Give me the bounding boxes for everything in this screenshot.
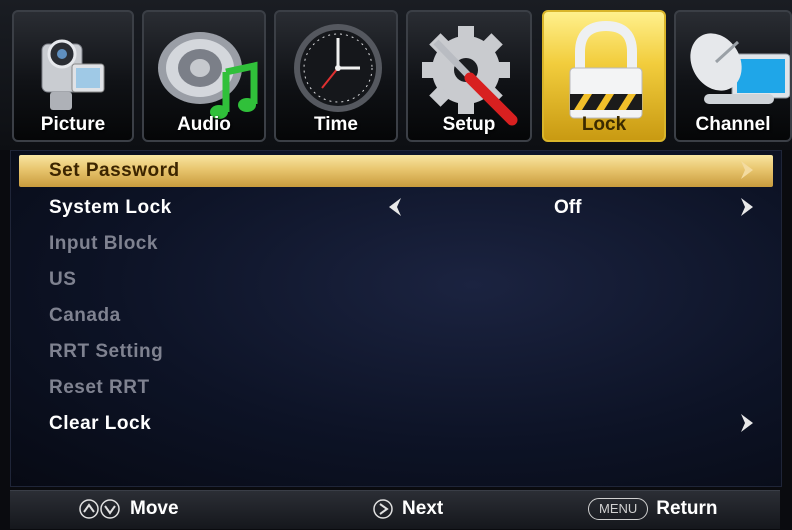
menu-item-label: RRT Setting xyxy=(49,341,164,362)
hint-next-label: Next xyxy=(402,498,444,519)
tab-audio-label: Audio xyxy=(177,114,231,135)
tab-picture-label: Picture xyxy=(40,114,106,135)
chevron-left-icon[interactable] xyxy=(389,198,401,216)
tab-setup-label: Setup xyxy=(442,114,496,135)
tab-time[interactable]: Time xyxy=(274,10,398,142)
tab-lock[interactable]: Lock xyxy=(542,10,666,142)
menu-item-label: Clear Lock xyxy=(49,413,152,434)
chevron-right-icon[interactable] xyxy=(741,198,753,216)
tab-channel-label: Channel xyxy=(695,114,771,135)
hint-return: MENU Return xyxy=(588,498,718,522)
menu-item-label: System Lock xyxy=(49,197,172,218)
menu-item-clear-lock[interactable]: Clear Lock xyxy=(19,408,773,440)
menu-item-reset-rrt: Reset RRT xyxy=(19,372,773,404)
lock-menu-panel: Set Password System Lock Off Input Block… xyxy=(10,150,782,487)
tab-picture[interactable]: Picture xyxy=(12,10,134,142)
hint-next: Next xyxy=(372,498,443,522)
system-lock-value: Off xyxy=(554,197,582,218)
menu-item-input-block: Input Block xyxy=(19,228,773,260)
menu-item-label: Input Block xyxy=(49,233,158,254)
hint-return-label: Return xyxy=(656,498,718,519)
menu-item-label: Set Password xyxy=(49,160,180,181)
menu-item-label: Canada xyxy=(49,305,121,326)
tv-osd-screen: Picture Audio Time Setup Lock Channel Se… xyxy=(0,0,792,530)
menu-tab-bar: Picture Audio Time Setup Lock Channel xyxy=(0,0,792,150)
menu-item-rrt-setting: RRT Setting xyxy=(19,336,773,368)
tab-lock-label: Lock xyxy=(581,114,627,135)
menu-item-us: US xyxy=(19,264,773,296)
hint-move-label: Move xyxy=(130,498,179,519)
tab-time-label: Time xyxy=(313,114,358,135)
menu-item-canada: Canada xyxy=(19,300,773,332)
hint-move: Move xyxy=(78,498,179,522)
menu-item-label: US xyxy=(49,269,77,290)
chevron-right-icon xyxy=(741,161,753,179)
right-button-icon xyxy=(373,499,393,519)
menu-item-label: Reset RRT xyxy=(49,377,150,398)
menu-item-system-lock[interactable]: System Lock Off xyxy=(19,192,773,224)
button-hint-bar: Move Next MENU Return xyxy=(10,490,780,529)
tab-setup[interactable]: Setup xyxy=(406,10,532,142)
up-down-buttons-icon xyxy=(79,499,120,519)
tab-channel[interactable]: Channel xyxy=(674,10,792,142)
tab-audio[interactable]: Audio xyxy=(142,10,266,142)
chevron-right-icon xyxy=(741,414,753,432)
menu-key-icon: MENU xyxy=(588,498,649,520)
menu-item-set-password[interactable]: Set Password xyxy=(19,155,773,187)
